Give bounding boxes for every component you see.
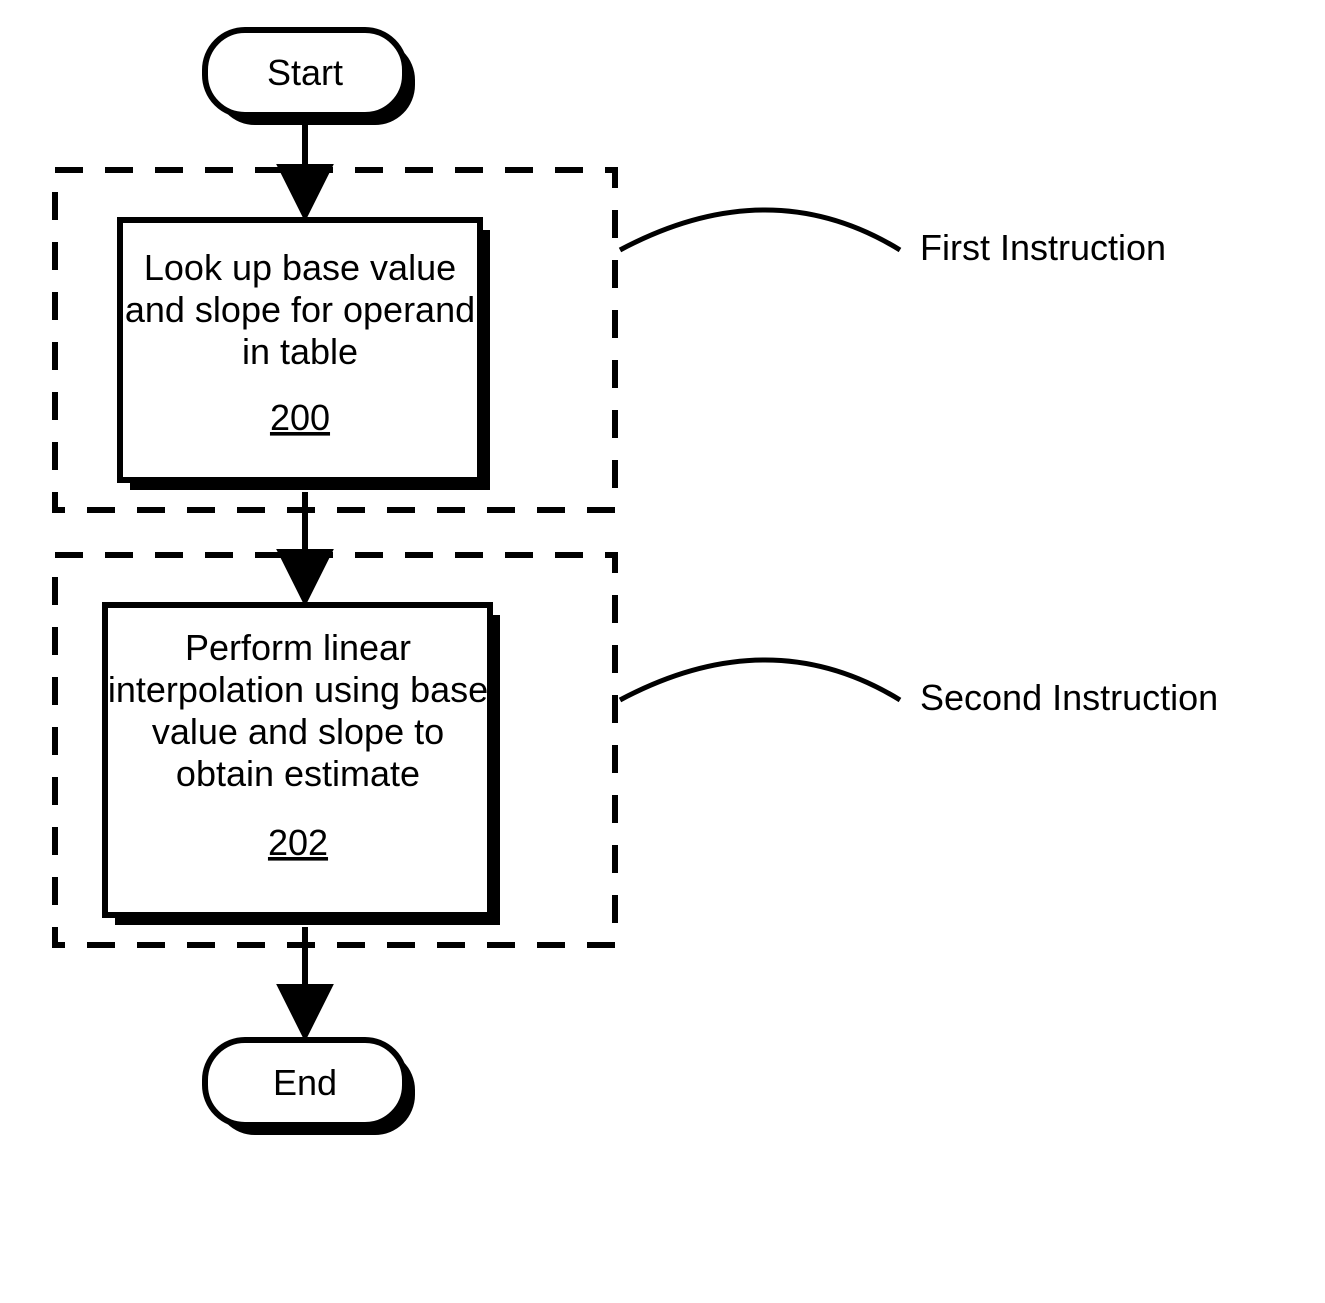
step2-ref: 202 — [268, 822, 328, 863]
callout-curve-1 — [620, 210, 900, 250]
step2-line3: value and slope to — [152, 711, 444, 752]
step1-line1: Look up base value — [144, 247, 456, 288]
step2-line4: obtain estimate — [176, 753, 420, 794]
callout-curve-2 — [620, 660, 900, 700]
end-label: End — [273, 1062, 337, 1103]
step2-line1: Perform linear — [185, 627, 411, 668]
step2-line2: interpolation using base — [108, 669, 488, 710]
start-label: Start — [267, 52, 343, 93]
step1-ref: 200 — [270, 397, 330, 438]
label-first-instruction: First Instruction — [920, 227, 1166, 268]
flowchart-diagram: Start Look up base value and slope for o… — [0, 0, 1325, 1303]
step1-line2: and slope for operand — [125, 289, 475, 330]
label-second-instruction: Second Instruction — [920, 677, 1218, 718]
step1-line3: in table — [242, 331, 358, 372]
